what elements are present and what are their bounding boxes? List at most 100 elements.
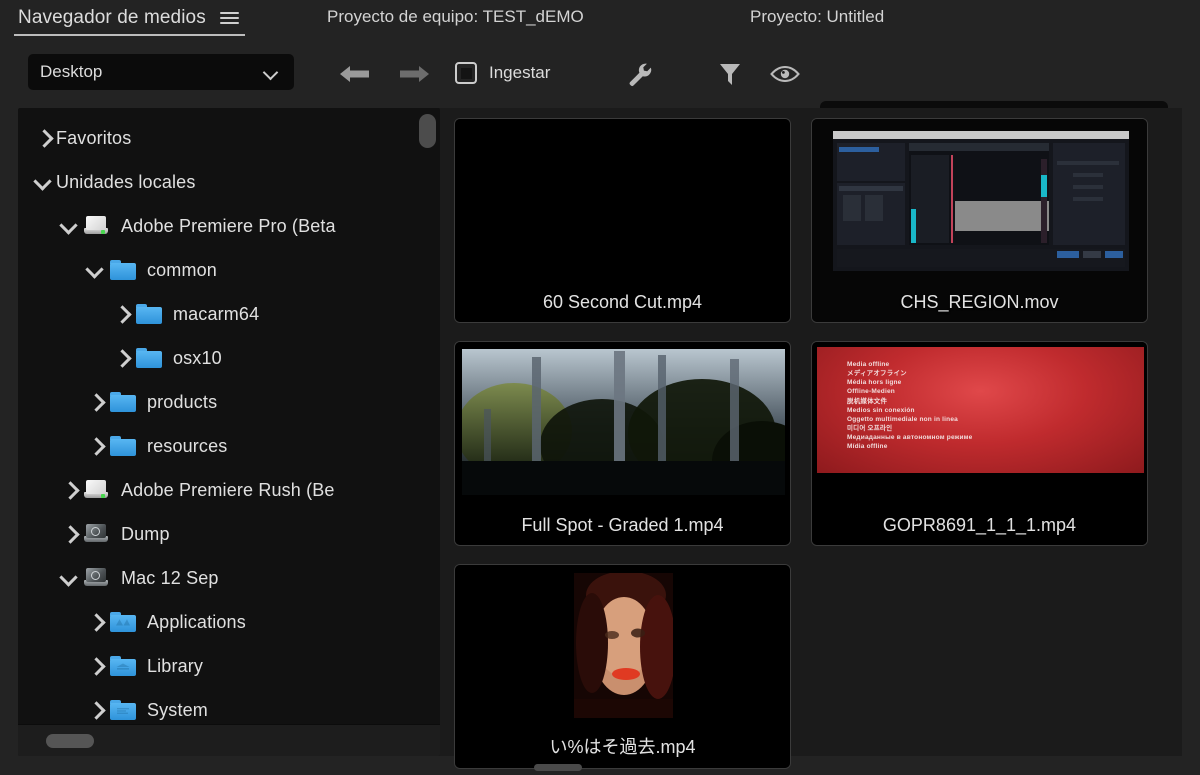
offline-line: Медиаданные в автономном режиме (847, 434, 973, 441)
chevron-right-icon[interactable] (56, 477, 82, 503)
arrow-right-icon[interactable] (398, 64, 431, 84)
chevron-right-icon[interactable] (82, 609, 108, 635)
tree-horizontal-scrollbar[interactable] (18, 724, 440, 756)
chevron-right-icon[interactable] (108, 345, 134, 371)
tree-item-label: Adobe Premiere Pro (Beta (121, 215, 336, 236)
tree-item[interactable]: resources (18, 424, 422, 468)
funnel-icon[interactable] (718, 60, 742, 93)
tree-item-label: Favoritos (56, 127, 132, 148)
panel-tab-bar: Navegador de medios Proyecto de equipo: … (0, 0, 1200, 44)
drive-light-icon (82, 477, 112, 503)
tree-item-label: resources (147, 435, 228, 456)
chevron-down-icon[interactable] (82, 257, 108, 283)
media-item-label: GOPR8691_1_1_1.mp4 (882, 515, 1077, 535)
panel-tab-label: Navegador de medios (18, 7, 206, 28)
tree-item-label: Dump (121, 523, 170, 544)
tree-item-label: Adobe Premiere Rush (Be (121, 479, 335, 500)
media-item-label: Full Spot - Graded 1.mp4 (521, 515, 724, 535)
tree-item-label: common (147, 259, 217, 280)
chevron-right-icon[interactable] (82, 389, 108, 415)
chevron-right-icon[interactable] (82, 697, 108, 723)
chevron-down-icon (264, 65, 278, 79)
tree-item-label: System (147, 699, 208, 720)
tree-item[interactable]: Favoritos (18, 116, 422, 160)
tree-item[interactable]: Applications (18, 600, 422, 644)
media-item[interactable]: Media offline メディアオフライン Média hors ligne Of… (811, 341, 1148, 546)
tree-item[interactable]: osx10 (18, 336, 422, 380)
tree-item[interactable]: macarm64 (18, 292, 422, 336)
media-item[interactable]: CHS_REGION.mov (811, 118, 1148, 323)
tree-item[interactable]: products (18, 380, 422, 424)
offline-line: Média hors ligne (847, 379, 902, 387)
tab-media-browser[interactable]: Navegador de medios (14, 2, 245, 36)
tree-item[interactable]: Dump (18, 512, 422, 556)
offline-line: Offline-Medien (847, 388, 895, 396)
chevron-right-icon[interactable] (82, 653, 108, 679)
tree-item[interactable]: Adobe Premiere Rush (Be (18, 468, 422, 512)
browser-content: Favoritos Unidades locales Adobe Premiere … (18, 108, 1182, 769)
media-item-label: い%はそ過去.mp4 (549, 737, 696, 757)
drive-dark-icon (82, 565, 112, 591)
tree-item-label: Applications (147, 611, 246, 632)
tree-item[interactable]: Adobe Premiere Pro (Beta (18, 204, 422, 248)
tree-item[interactable]: Unidades locales (18, 160, 422, 204)
team-project-label: Proyecto de equipo: TEST_dEMO (327, 7, 584, 26)
offline-line: Media offline (847, 361, 890, 368)
drive-dark-icon (82, 521, 112, 547)
offline-line: Oggetto multimediale non in linea (847, 415, 958, 423)
tree-item-label: Mac 12 Sep (121, 567, 219, 588)
offline-line: 脱机媒体文件 (847, 397, 888, 405)
tree-item[interactable]: Mac 12 Sep (18, 556, 422, 600)
ingest-label: Ingestar (489, 63, 551, 82)
folder-system-icon (108, 697, 138, 723)
chevron-down-icon[interactable] (56, 565, 82, 591)
hamburger-icon[interactable] (219, 12, 239, 24)
folder-icon (108, 433, 138, 459)
checkbox-icon[interactable] (455, 62, 477, 84)
location-dropdown[interactable]: Desktop (28, 54, 294, 90)
tree-item-label: Unidades locales (56, 171, 196, 192)
tree-item-label: products (147, 391, 218, 412)
folder-icon (134, 301, 164, 327)
offline-line: Mídia offline (847, 443, 888, 451)
media-item-label: 60 Second Cut.mp4 (542, 292, 703, 312)
chevron-right-icon[interactable] (82, 433, 108, 459)
project-label: Proyecto: Untitled (750, 7, 885, 26)
chevron-down-icon[interactable] (30, 169, 56, 195)
tree-vertical-scroll-thumb[interactable] (419, 114, 436, 148)
chevron-right-icon[interactable] (56, 521, 82, 547)
tree-horizontal-scroll-thumb[interactable] (46, 734, 94, 748)
folder-apps-icon (108, 609, 138, 635)
media-grid-panel: 60 Second Cut.mp4 CHS_REGION.mov Full Spot… (440, 108, 1182, 769)
media-item[interactable]: Full Spot - Graded 1.mp4 (454, 341, 791, 546)
tree-item-label: osx10 (173, 347, 222, 368)
folder-icon (108, 257, 138, 283)
offline-line: メディアオフライン (847, 370, 907, 378)
media-grid: 60 Second Cut.mp4 CHS_REGION.mov Full Spot… (454, 118, 1168, 769)
location-dropdown-value: Desktop (40, 62, 103, 81)
media-item[interactable]: 60 Second Cut.mp4 (454, 118, 791, 323)
media-item[interactable]: い%はそ過去.mp4 (454, 564, 791, 769)
folder-library-icon (108, 653, 138, 679)
toolbar: Desktop Ingestar (0, 46, 1200, 137)
wrench-icon[interactable] (626, 60, 654, 93)
tree-vertical-scrollbar[interactable] (419, 114, 436, 740)
tree-item-label: macarm64 (173, 303, 260, 324)
chevron-right-icon[interactable] (30, 125, 56, 151)
ingest-toggle[interactable]: Ingestar (455, 62, 550, 84)
folder-icon (134, 345, 164, 371)
chevron-down-icon[interactable] (56, 213, 82, 239)
offline-line: Medios sin conexión (847, 406, 915, 414)
folder-tree: Favoritos Unidades locales Adobe Premiere … (18, 116, 422, 732)
offline-line: 미디어 오프라인 (847, 424, 893, 432)
tree-item-label: Library (147, 655, 204, 676)
tree-item[interactable]: common (18, 248, 422, 292)
tree-item[interactable]: Library (18, 644, 422, 688)
eye-icon[interactable] (770, 60, 800, 93)
drive-light-icon (82, 213, 112, 239)
folder-icon (108, 389, 138, 415)
navigation-arrows (338, 64, 431, 84)
chevron-right-icon[interactable] (108, 301, 134, 327)
panel-resize-handle[interactable] (534, 764, 582, 771)
arrow-left-icon[interactable] (338, 64, 371, 84)
